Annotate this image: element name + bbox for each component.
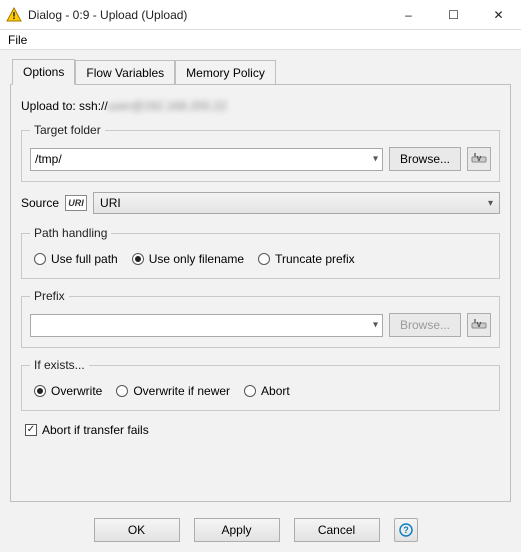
upload-to-line: Upload to: ssh://user@192.168.200.22	[21, 99, 500, 113]
cancel-button[interactable]: Cancel	[294, 518, 380, 542]
source-value: URI	[100, 196, 121, 210]
chevron-down-icon: ▾	[373, 154, 378, 165]
legend-prefix: Prefix	[30, 289, 69, 303]
target-folder-browse-button[interactable]: Browse...	[389, 147, 461, 171]
tab-flow-variables[interactable]: Flow Variables	[75, 60, 175, 85]
app-icon	[6, 7, 22, 23]
radio-use-only-filename[interactable]: Use only filename	[132, 252, 244, 266]
legend-if-exists: If exists...	[30, 358, 89, 372]
group-if-exists: If exists... Overwrite Overwrite if newe…	[21, 358, 500, 411]
tab-panel-options: Upload to: ssh://user@192.168.200.22 Tar…	[10, 84, 511, 502]
window-title: Dialog - 0:9 - Upload (Upload)	[28, 8, 386, 22]
menu-file[interactable]: File	[8, 33, 27, 47]
target-folder-value: /tmp/	[35, 152, 62, 166]
svg-text:V: V	[477, 322, 482, 329]
target-folder-flowvar-button[interactable]: V	[467, 147, 491, 171]
tab-bar: Options Flow Variables Memory Policy	[12, 58, 511, 84]
source-dropdown[interactable]: URI ▾	[93, 192, 500, 214]
prefix-browse-button: Browse...	[389, 313, 461, 337]
group-prefix: Prefix ▾ Browse... V	[21, 289, 500, 348]
apply-button[interactable]: Apply	[194, 518, 280, 542]
dialog-footer: OK Apply Cancel ?	[0, 508, 521, 552]
radio-overwrite-if-newer[interactable]: Overwrite if newer	[116, 384, 230, 398]
checkbox-abort-if-transfer-fails[interactable]: Abort if transfer fails	[25, 423, 149, 437]
radio-overwrite[interactable]: Overwrite	[34, 384, 102, 398]
legend-target-folder: Target folder	[30, 123, 105, 137]
menubar: File	[0, 30, 521, 50]
help-button[interactable]: ?	[394, 518, 418, 542]
tab-memory-policy[interactable]: Memory Policy	[175, 60, 276, 85]
target-folder-input[interactable]: /tmp/ ▾	[30, 148, 383, 171]
chevron-down-icon: ▾	[373, 320, 378, 331]
prefix-input[interactable]: ▾	[30, 314, 383, 337]
uri-badge-icon: URI	[65, 195, 87, 211]
titlebar: Dialog - 0:9 - Upload (Upload) – ☐ ✕	[0, 0, 521, 30]
close-button[interactable]: ✕	[476, 0, 521, 30]
tab-options[interactable]: Options	[12, 59, 75, 85]
minimize-button[interactable]: –	[386, 0, 431, 30]
radio-abort[interactable]: Abort	[244, 384, 290, 398]
group-target-folder: Target folder /tmp/ ▾ Browse... V	[21, 123, 500, 182]
chevron-down-icon: ▾	[488, 198, 493, 209]
upload-to-label: Upload to:	[21, 99, 76, 113]
group-path-handling: Path handling Use full path Use only fil…	[21, 226, 500, 279]
upload-to-prefix: ssh://	[79, 99, 108, 113]
content-area: Options Flow Variables Memory Policy Upl…	[0, 50, 521, 508]
maximize-button[interactable]: ☐	[431, 0, 476, 30]
source-row: Source URI URI ▾	[21, 192, 500, 214]
upload-to-host: user@192.168.200.22	[108, 99, 227, 113]
prefix-flowvar-button[interactable]: V	[467, 313, 491, 337]
radio-use-full-path[interactable]: Use full path	[34, 252, 118, 266]
ok-button[interactable]: OK	[94, 518, 180, 542]
svg-text:V: V	[477, 156, 482, 163]
radio-truncate-prefix[interactable]: Truncate prefix	[258, 252, 355, 266]
svg-text:?: ?	[403, 525, 409, 535]
legend-path-handling: Path handling	[30, 226, 111, 240]
source-label: Source	[21, 196, 59, 210]
